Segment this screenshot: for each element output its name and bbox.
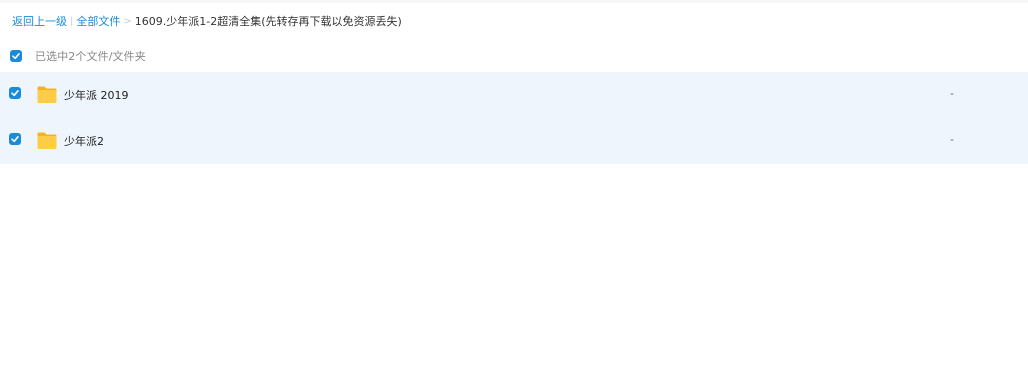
folder-icon <box>37 86 57 103</box>
back-link[interactable]: 返回上一级 <box>12 13 67 29</box>
checkmark-icon <box>12 53 20 60</box>
checkmark-icon <box>11 136 19 143</box>
breadcrumb: 返回上一级 | 全部文件 > 1609.少年派1-2超清全集(先转存再下载以免资… <box>12 13 402 29</box>
file-name[interactable]: 少年派2 <box>64 133 104 149</box>
all-files-link[interactable]: 全部文件 <box>76 13 120 29</box>
breadcrumb-separator: > <box>123 15 132 27</box>
file-list: 少年派 2019 - 少年派2 - <box>0 72 1028 164</box>
row-checkbox[interactable] <box>9 87 21 99</box>
list-item[interactable]: 少年派 2019 - <box>0 72 1028 118</box>
file-name[interactable]: 少年派 2019 <box>64 87 129 103</box>
checkmark-icon <box>11 90 19 97</box>
selection-summary: 已选中2个文件/文件夹 <box>35 50 146 63</box>
row-checkbox[interactable] <box>9 133 21 145</box>
file-size: - <box>950 133 954 146</box>
file-size: - <box>950 87 954 100</box>
folder-icon <box>37 132 57 149</box>
top-divider <box>0 0 1028 3</box>
current-folder-name: 1609.少年派1-2超清全集(先转存再下载以免资源丢失) <box>134 15 402 28</box>
breadcrumb-divider: | <box>70 15 74 27</box>
select-all-checkbox[interactable] <box>10 50 22 62</box>
list-item[interactable]: 少年派2 - <box>0 118 1028 164</box>
selection-bar: 已选中2个文件/文件夹 <box>10 47 146 65</box>
